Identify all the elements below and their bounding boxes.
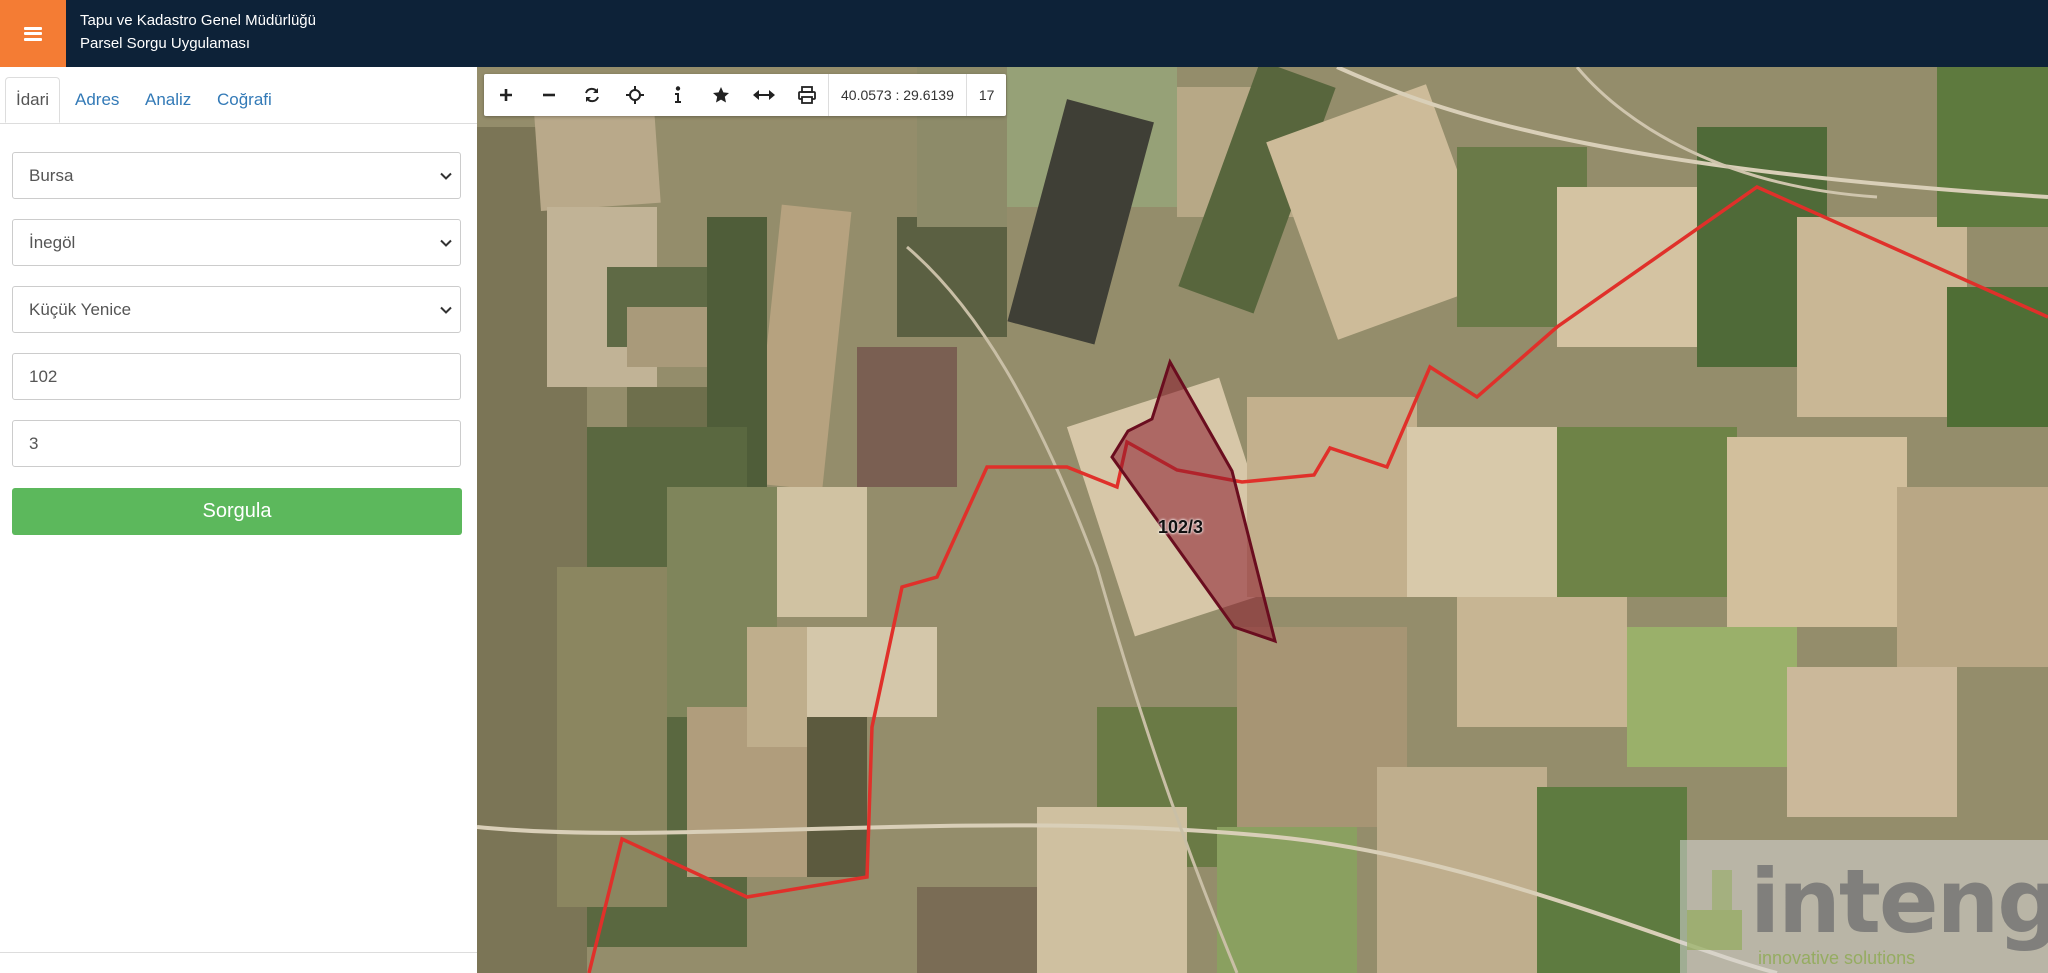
refresh-icon <box>584 87 599 103</box>
zoom-in-icon <box>499 89 512 101</box>
chevron-down-icon <box>440 306 452 314</box>
province-select[interactable]: Bursa <box>12 152 461 199</box>
zoom-in-button[interactable] <box>484 74 527 116</box>
tab-cografi[interactable]: Coğrafi <box>217 77 272 123</box>
tab-bar: İdari Adres Analiz Coğrafi <box>0 67 477 124</box>
zoom-out-icon <box>542 93 555 97</box>
neighborhood-select-value: Küçük Yenice <box>29 299 132 319</box>
logo-subtext: innovative solutions <box>1758 948 1916 968</box>
measure-icon <box>752 90 775 100</box>
logo-mark-icon <box>1687 870 1742 950</box>
info-icon <box>674 86 681 103</box>
block-no-value: 102 <box>29 366 58 386</box>
parcel-no-input[interactable]: 3 <box>12 420 461 467</box>
satellite-imagery <box>477 67 2048 973</box>
chevron-down-icon <box>440 172 452 180</box>
parcel-label: 102/3 <box>1158 517 1204 537</box>
coordinate-readout: 40.0573 : 29.6139 <box>841 87 954 103</box>
refresh-button[interactable] <box>570 74 613 116</box>
print-button[interactable] <box>785 74 828 116</box>
map-view[interactable]: 102/3 40.0573 : 29.6139 17 inteng innova… <box>477 67 2048 973</box>
chevron-down-icon <box>440 239 452 247</box>
tab-adres[interactable]: Adres <box>75 77 119 123</box>
neighborhood-select[interactable]: Küçük Yenice <box>12 286 461 333</box>
parcel-no-value: 3 <box>29 433 39 453</box>
sidebar: İdari Adres Analiz Coğrafi Bursa İnegöl … <box>0 67 478 973</box>
app-title-line2: Parsel Sorgu Uygulaması <box>80 35 251 52</box>
intengo-logo: intengo innovative solutions <box>1680 840 2048 973</box>
tab-analiz[interactable]: Analiz <box>145 77 191 123</box>
tab-idari[interactable]: İdari <box>5 77 61 123</box>
app-title-line1: Tapu ve Kadastro Genel Müdürlüğü <box>80 12 316 29</box>
favorite-button[interactable] <box>699 74 742 116</box>
block-no-input[interactable]: 102 <box>12 353 461 400</box>
top-bar: Tapu ve Kadastro Genel Müdürlüğü Parsel … <box>0 0 2048 67</box>
hamburger-icon <box>24 26 42 41</box>
measure-button[interactable] <box>742 74 785 116</box>
district-select[interactable]: İnegöl <box>12 219 461 266</box>
menu-button[interactable] <box>0 0 66 67</box>
province-select-value: Bursa <box>29 165 74 185</box>
star-icon <box>712 87 729 103</box>
info-button[interactable] <box>656 74 699 116</box>
locate-icon <box>625 86 644 104</box>
district-select-value: İnegöl <box>29 232 76 252</box>
locate-button[interactable] <box>613 74 656 116</box>
print-icon <box>797 86 816 104</box>
sidebar-bottom-divider <box>0 952 477 953</box>
zoom-out-button[interactable] <box>527 74 570 116</box>
logo-text: intengo <box>1750 850 2048 953</box>
query-button[interactable]: Sorgula <box>12 488 462 535</box>
map-toolbar: 40.0573 : 29.6139 17 <box>484 74 1007 116</box>
app-title: Tapu ve Kadastro Genel Müdürlüğü Parsel … <box>80 9 316 55</box>
zoom-level-readout: 17 <box>978 87 995 103</box>
